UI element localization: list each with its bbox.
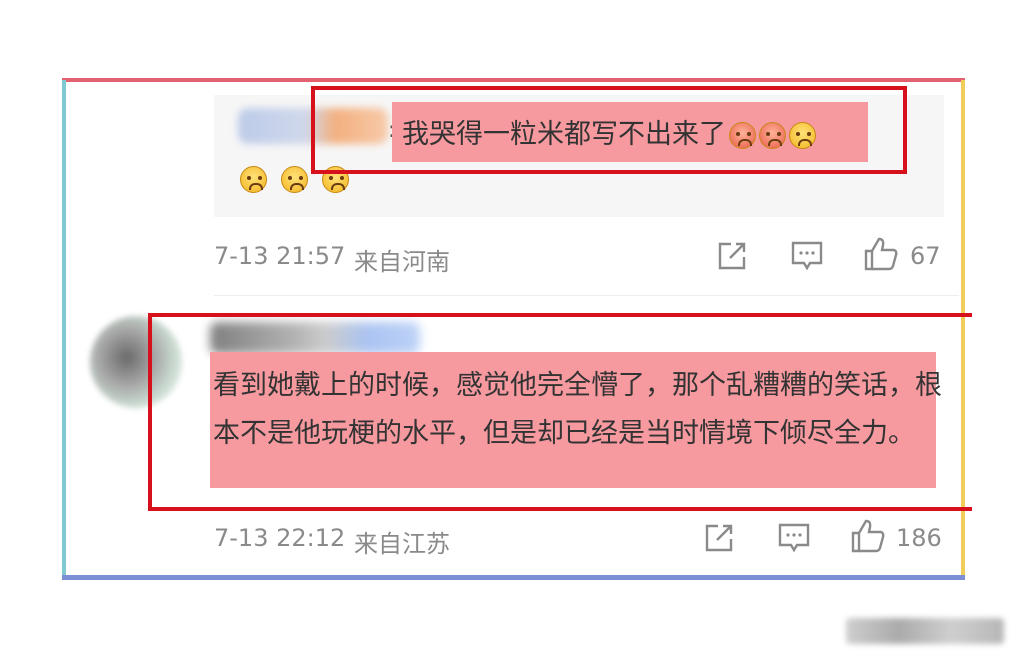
comment1-location: 来自河南: [354, 248, 450, 276]
comment2-time: 7-13 22:12: [214, 524, 346, 552]
thumbs-up-icon[interactable]: [863, 236, 899, 272]
comment2-location: 来自江苏: [354, 530, 450, 558]
frame-left-border: [62, 80, 66, 580]
red-annotation-box-1: [311, 86, 907, 174]
share-icon[interactable]: [716, 240, 748, 272]
comment1-like-count: 67: [910, 242, 941, 270]
comment-divider: [214, 295, 959, 296]
red-annotation-box-2: [148, 313, 972, 511]
comment-icon[interactable]: [790, 240, 824, 272]
comment-icon[interactable]: [777, 522, 811, 554]
thumbs-up-icon[interactable]: [850, 518, 886, 554]
comment2-like-count: 186: [896, 524, 942, 552]
blurred-watermark: [846, 618, 1004, 644]
frame-bottom-border: [62, 575, 965, 580]
crying-face-icon: [240, 166, 267, 193]
comment1-time: 7-13 21:57: [214, 242, 346, 270]
share-icon[interactable]: [703, 522, 735, 554]
crying-face-icon: [281, 166, 309, 193]
frame-top-border: [62, 78, 965, 82]
